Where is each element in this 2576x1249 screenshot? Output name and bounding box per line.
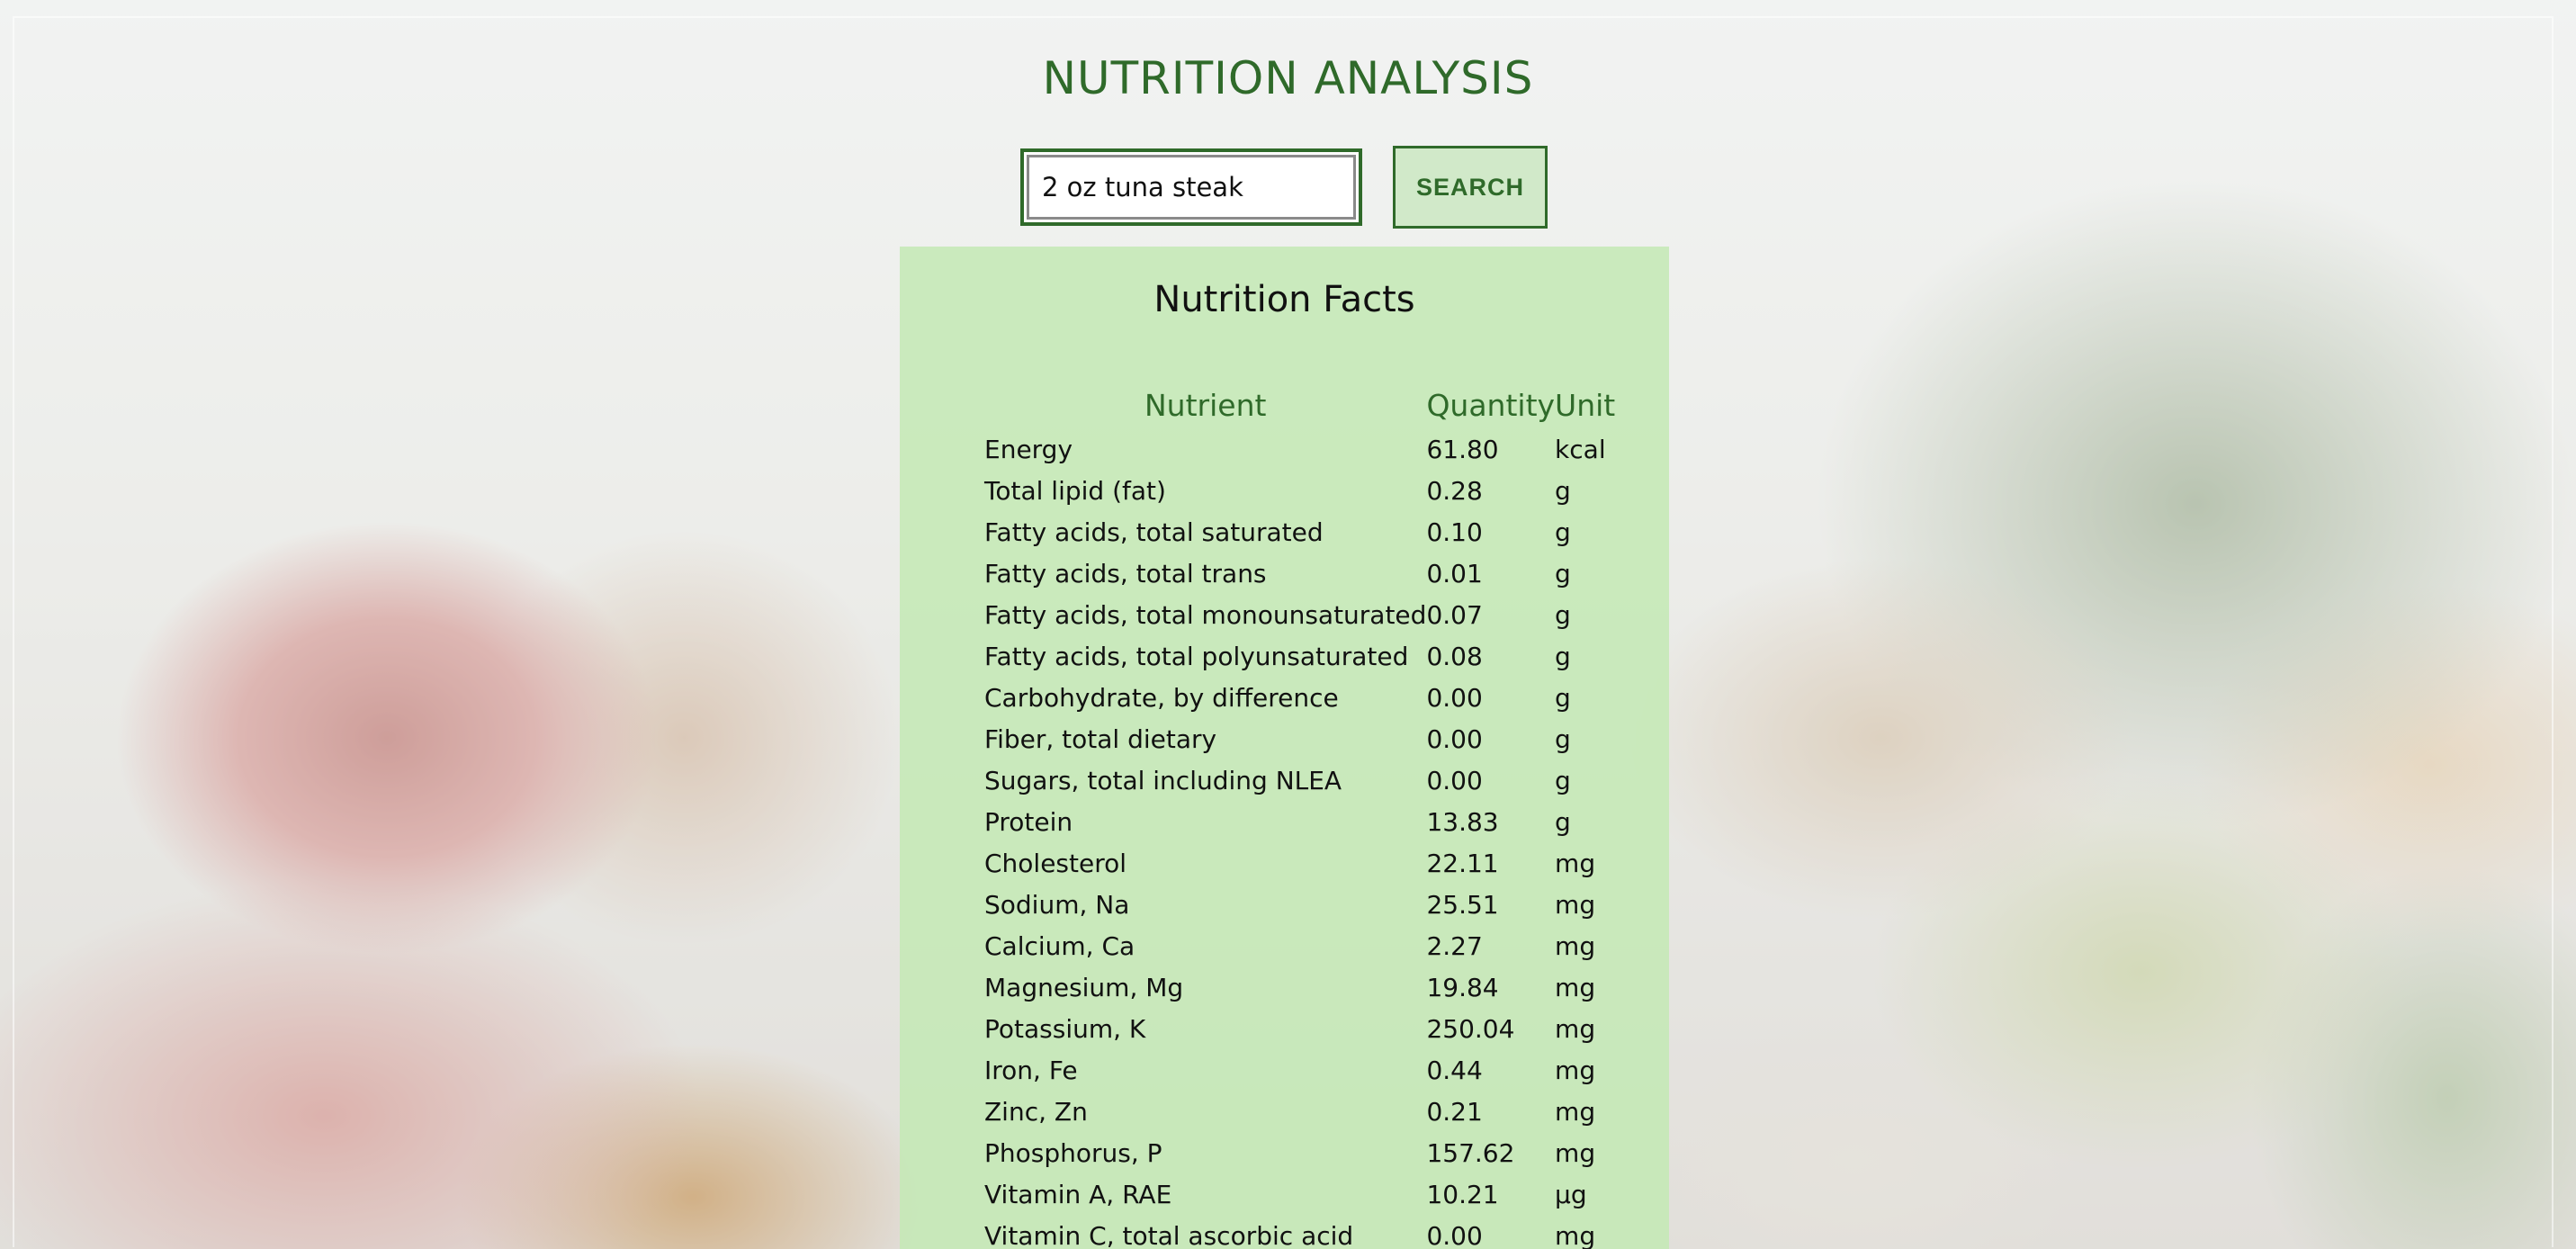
table-row: Magnesium, Mg 19.84 mg xyxy=(984,966,1636,1008)
nutrient-name: Fatty acids, total monounsaturated xyxy=(984,599,1427,630)
table-row: Fatty acids, total trans 0.01 g xyxy=(984,553,1636,594)
nutrient-name: Calcium, Ca xyxy=(984,930,1135,961)
table-row: Vitamin C, total ascorbic acid 0.00 mg xyxy=(984,1215,1636,1249)
column-header-nutrient: Nutrient xyxy=(1144,387,1267,423)
nutrients-table: Nutrient Quantity Unit Energy 61.80 kcal To… xyxy=(984,382,1636,1249)
nutrient-unit: mg xyxy=(1555,1137,1596,1168)
nutrient-name: Cholesterol xyxy=(984,848,1127,878)
nutrient-quantity: 0.44 xyxy=(1426,1055,1483,1085)
table-row: Sodium, Na 25.51 mg xyxy=(984,884,1636,925)
nutrition-facts-panel: Nutrition Facts Nutrient Quantity Unit E… xyxy=(900,247,1669,1249)
nutrient-quantity: 0.01 xyxy=(1426,558,1483,589)
nutrient-unit: g xyxy=(1555,641,1571,671)
nutrient-unit: mg xyxy=(1555,848,1596,878)
nutrient-name: Vitamin C, total ascorbic acid xyxy=(984,1220,1354,1249)
nutrient-name: Energy xyxy=(984,434,1073,464)
nutrient-quantity: 0.00 xyxy=(1426,765,1483,795)
nutrient-unit: g xyxy=(1555,517,1571,547)
nutrient-unit: g xyxy=(1555,475,1571,506)
nutrient-quantity: 0.00 xyxy=(1426,1220,1483,1249)
nutrient-quantity: 61.80 xyxy=(1426,434,1499,464)
nutrient-name: Vitamin A, RAE xyxy=(984,1179,1172,1209)
table-row: Iron, Fe 0.44 mg xyxy=(984,1049,1636,1091)
nutrient-name: Zinc, Zn xyxy=(984,1096,1088,1127)
table-header-row: Nutrient Quantity Unit xyxy=(984,382,1636,428)
nutrient-quantity: 0.08 xyxy=(1426,641,1483,671)
nutrient-unit: mg xyxy=(1555,930,1596,961)
nutrient-quantity: 250.04 xyxy=(1426,1013,1515,1044)
column-header-unit: Unit xyxy=(1555,387,1616,423)
nutrient-name: Protein xyxy=(984,806,1073,837)
nutrient-quantity: 10.21 xyxy=(1426,1179,1499,1209)
nutrient-name: Sodium, Na xyxy=(984,889,1130,920)
search-bar: SEARCH xyxy=(1020,146,1548,229)
nutrition-facts-title: Nutrition Facts xyxy=(1153,279,1415,320)
nutrient-unit: g xyxy=(1555,765,1571,795)
nutrient-quantity: 25.51 xyxy=(1426,889,1499,920)
nutrient-quantity: 0.28 xyxy=(1426,475,1483,506)
nutrient-name: Magnesium, Mg xyxy=(984,972,1184,1002)
nutrient-name: Iron, Fe xyxy=(984,1055,1078,1085)
nutrient-name: Phosphorus, P xyxy=(984,1137,1162,1168)
nutrient-quantity: 0.21 xyxy=(1426,1096,1483,1127)
table-row: Calcium, Ca 2.27 mg xyxy=(984,925,1636,966)
page-title: NUTRITION ANALYSIS xyxy=(1042,52,1534,104)
nutrients-table-body: Energy 61.80 kcal Total lipid (fat) 0.28 g Fat… xyxy=(984,428,1636,1249)
nutrient-unit: mg xyxy=(1555,1013,1596,1044)
table-row: Total lipid (fat) 0.28 g xyxy=(984,470,1636,511)
table-row: Sugars, total including NLEA 0.00 g xyxy=(984,759,1636,801)
table-row: Fatty acids, total saturated 0.10 g xyxy=(984,511,1636,553)
nutrient-unit: mg xyxy=(1555,1220,1596,1249)
nutrient-name: Total lipid (fat) xyxy=(984,475,1166,506)
nutrient-unit: mg xyxy=(1555,889,1596,920)
nutrient-name: Fiber, total dietary xyxy=(984,723,1217,754)
nutrient-quantity: 22.11 xyxy=(1426,848,1499,878)
table-row: Fatty acids, total polyunsaturated 0.08 g xyxy=(984,635,1636,677)
nutrient-unit: mg xyxy=(1555,1096,1596,1127)
nutrient-unit: g xyxy=(1555,599,1571,630)
nutrient-unit: g xyxy=(1555,682,1571,713)
nutrient-quantity: 0.00 xyxy=(1426,723,1483,754)
table-row: Protein 13.83 g xyxy=(984,801,1636,842)
nutrient-unit: mg xyxy=(1555,1055,1596,1085)
nutrient-name: Carbohydrate, by difference xyxy=(984,682,1339,713)
nutrient-unit: g xyxy=(1555,723,1571,754)
nutrient-unit: g xyxy=(1555,806,1571,837)
nutrient-quantity: 2.27 xyxy=(1426,930,1483,961)
table-row: Carbohydrate, by difference 0.00 g xyxy=(984,677,1636,718)
nutrient-quantity: 157.62 xyxy=(1426,1137,1515,1168)
table-row: Potassium, K 250.04 mg xyxy=(984,1008,1636,1049)
nutrient-name: Sugars, total including NLEA xyxy=(984,765,1342,795)
nutrient-unit: mg xyxy=(1555,972,1596,1002)
nutrient-quantity: 0.00 xyxy=(1426,682,1483,713)
search-button[interactable]: SEARCH xyxy=(1393,146,1548,229)
table-row: Zinc, Zn 0.21 mg xyxy=(984,1091,1636,1132)
table-row: Phosphorus, P 157.62 mg xyxy=(984,1132,1636,1173)
table-row: Vitamin A, RAE 10.21 µg xyxy=(984,1173,1636,1215)
nutrient-unit: kcal xyxy=(1555,434,1606,464)
nutrient-unit: g xyxy=(1555,558,1571,589)
nutrient-quantity: 0.07 xyxy=(1426,599,1483,630)
table-row: Cholesterol 22.11 mg xyxy=(984,842,1636,884)
nutrient-quantity: 0.10 xyxy=(1426,517,1483,547)
search-input[interactable] xyxy=(1020,148,1362,226)
nutrient-name: Fatty acids, total trans xyxy=(984,558,1267,589)
nutrient-name: Fatty acids, total saturated xyxy=(984,517,1324,547)
nutrient-name: Potassium, K xyxy=(984,1013,1146,1044)
table-row: Fiber, total dietary 0.00 g xyxy=(984,718,1636,759)
table-row: Fatty acids, total monounsaturated 0.07 g xyxy=(984,594,1636,635)
table-row: Energy 61.80 kcal xyxy=(984,428,1636,470)
nutrient-quantity: 19.84 xyxy=(1426,972,1499,1002)
column-header-quantity: Quantity xyxy=(1426,387,1556,423)
nutrient-quantity: 13.83 xyxy=(1426,806,1499,837)
nutrient-name: Fatty acids, total polyunsaturated xyxy=(984,641,1409,671)
nutrient-unit: µg xyxy=(1555,1179,1587,1209)
